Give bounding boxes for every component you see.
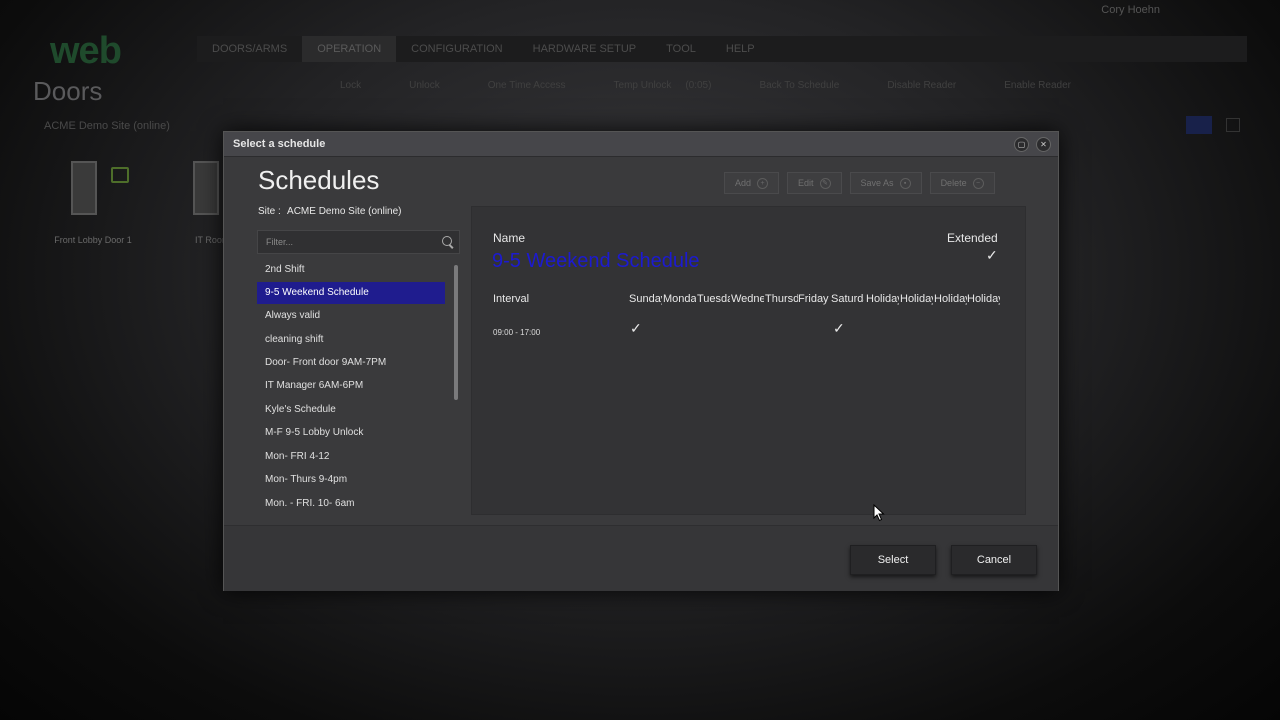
nav-configuration[interactable]: CONFIGURATION: [396, 36, 517, 62]
page-title: Doors: [33, 76, 103, 106]
nav-operation[interactable]: OPERATION: [302, 36, 397, 62]
day-header-holiday1: Holiday 1: [866, 293, 899, 305]
extended-check-icon[interactable]: ✓: [986, 247, 998, 264]
nav-help[interactable]: HELP: [711, 36, 770, 62]
pencil-icon: ✎: [819, 177, 831, 189]
schedule-item[interactable]: Mon- FRI 4-12: [257, 446, 445, 468]
schedule-list: 2nd Shift 9-5 Weekend Schedule Always va…: [257, 259, 447, 516]
name-label: Name: [493, 231, 526, 245]
search-icon[interactable]: [442, 236, 452, 246]
select-schedule-dialog: Select a schedule ▢ ✕ Schedules Site : A…: [223, 131, 1059, 591]
logo: web: [50, 30, 122, 72]
day-header-wednesday: Wednesday: [731, 293, 764, 305]
edit-button[interactable]: Edit ✎: [787, 172, 842, 194]
interval-time[interactable]: 09:00 - 17:00: [493, 328, 540, 337]
close-icon[interactable]: ✕: [1036, 137, 1051, 152]
disable-reader-button[interactable]: Disable Reader: [887, 80, 956, 98]
day-header-holiday2: Holiday 2: [900, 293, 933, 305]
site-label: Site :: [258, 206, 281, 217]
temp-unlock-duration[interactable]: (0:05): [685, 80, 711, 98]
add-button[interactable]: Add +: [724, 172, 780, 194]
temp-unlock-button[interactable]: Temp Unlock: [614, 80, 672, 98]
nav-hardware-setup[interactable]: HARDWARE SETUP: [518, 36, 652, 62]
cancel-button[interactable]: Cancel: [951, 545, 1037, 575]
delete-button[interactable]: Delete −: [929, 172, 995, 194]
door-toolbar: Lock Unlock One Time Access Temp Unlock …: [340, 80, 1240, 98]
nav-tool[interactable]: TOOL: [651, 36, 711, 62]
saturday-check-icon[interactable]: ✓: [833, 320, 845, 337]
schedule-item[interactable]: Kyle's Schedule: [257, 399, 445, 421]
enable-reader-button[interactable]: Enable Reader: [1004, 80, 1071, 98]
list-scrollbar[interactable]: [454, 265, 458, 400]
top-nav: DOORS/ARMS OPERATION CONFIGURATION HARDW…: [197, 36, 1247, 62]
schedule-detail-panel: Name 9-5 Weekend Schedule Extended ✓ Int…: [471, 206, 1026, 515]
unlock-button[interactable]: Unlock: [409, 80, 440, 98]
schedule-item[interactable]: Mon- Thurs 9-4pm: [257, 469, 445, 491]
day-header-saturday: Saturday: [831, 293, 864, 305]
list-view-icon[interactable]: [1226, 118, 1240, 132]
sunday-check-icon[interactable]: ✓: [630, 320, 642, 337]
schedule-filter: [257, 230, 460, 254]
select-button[interactable]: Select: [850, 545, 936, 575]
schedule-item[interactable]: Door- Front door 9AM-7PM: [257, 352, 445, 374]
lock-icon: [111, 167, 129, 183]
extended-label: Extended: [947, 231, 998, 245]
filter-input[interactable]: [264, 234, 438, 250]
schedules-heading: Schedules: [258, 165, 380, 195]
lock-button[interactable]: Lock: [340, 80, 361, 98]
edit-label: Edit: [798, 178, 814, 188]
day-header-sunday: Sunday: [629, 293, 662, 305]
restore-icon[interactable]: ▢: [1014, 137, 1029, 152]
delete-icon: −: [972, 177, 984, 189]
add-label: Add: [735, 178, 752, 188]
save-as-button[interactable]: Save As ▪: [849, 172, 922, 194]
plus-icon: +: [757, 177, 769, 189]
door-icon: [193, 161, 219, 215]
schedule-item[interactable]: 2nd Shift: [257, 259, 445, 281]
day-header-holiday4: Holiday 4: [967, 293, 1000, 305]
schedule-item-selected[interactable]: 9-5 Weekend Schedule: [257, 282, 445, 304]
schedule-item[interactable]: M-F 9-5 Lobby Unlock: [257, 422, 445, 444]
dialog-header: Select a schedule ▢ ✕: [224, 132, 1058, 157]
door-label: Front Lobby Door 1: [54, 235, 132, 245]
save-icon: ▪: [899, 177, 911, 189]
door-card[interactable]: Front Lobby Door 1: [33, 153, 153, 253]
dialog-footer: Select Cancel: [224, 525, 1058, 591]
day-header-thursday: Thursday: [765, 293, 798, 305]
save-as-label: Save As: [860, 178, 894, 188]
dialog-title: Select a schedule: [233, 138, 326, 150]
schedule-item[interactable]: Mon. - FRI. 10- 6am: [257, 493, 445, 515]
interval-header: Interval: [493, 293, 530, 305]
site-select[interactable]: ACME Demo Site (online): [38, 118, 209, 134]
door-icon: [71, 161, 97, 215]
grid-view-icon[interactable]: [1186, 116, 1212, 134]
one-time-access-button[interactable]: One Time Access: [488, 80, 566, 98]
day-header-tuesday: Tuesday: [697, 293, 730, 305]
day-header-holiday3: Holiday 3: [934, 293, 967, 305]
back-to-schedule-button[interactable]: Back To Schedule: [759, 80, 839, 98]
schedule-item[interactable]: IT Manager 6AM-6PM: [257, 375, 445, 397]
nav-doors[interactable]: DOORS/ARMS: [197, 36, 302, 62]
schedule-actions: Add + Edit ✎ Save As ▪ Delete −: [724, 172, 995, 194]
day-header-monday: Monday: [663, 293, 696, 305]
delete-label: Delete: [940, 178, 967, 188]
schedule-item[interactable]: cleaning shift: [257, 329, 445, 351]
mouse-cursor-icon: [873, 504, 885, 522]
schedule-name: 9-5 Weekend Schedule: [492, 250, 700, 272]
site-line: Site : ACME Demo Site (online): [258, 206, 402, 217]
user-name[interactable]: Cory Hoehn: [1101, 4, 1160, 16]
site-value: ACME Demo Site (online): [287, 206, 402, 217]
schedule-item[interactable]: Always valid: [257, 305, 445, 327]
day-header-friday: Friday: [798, 293, 829, 305]
